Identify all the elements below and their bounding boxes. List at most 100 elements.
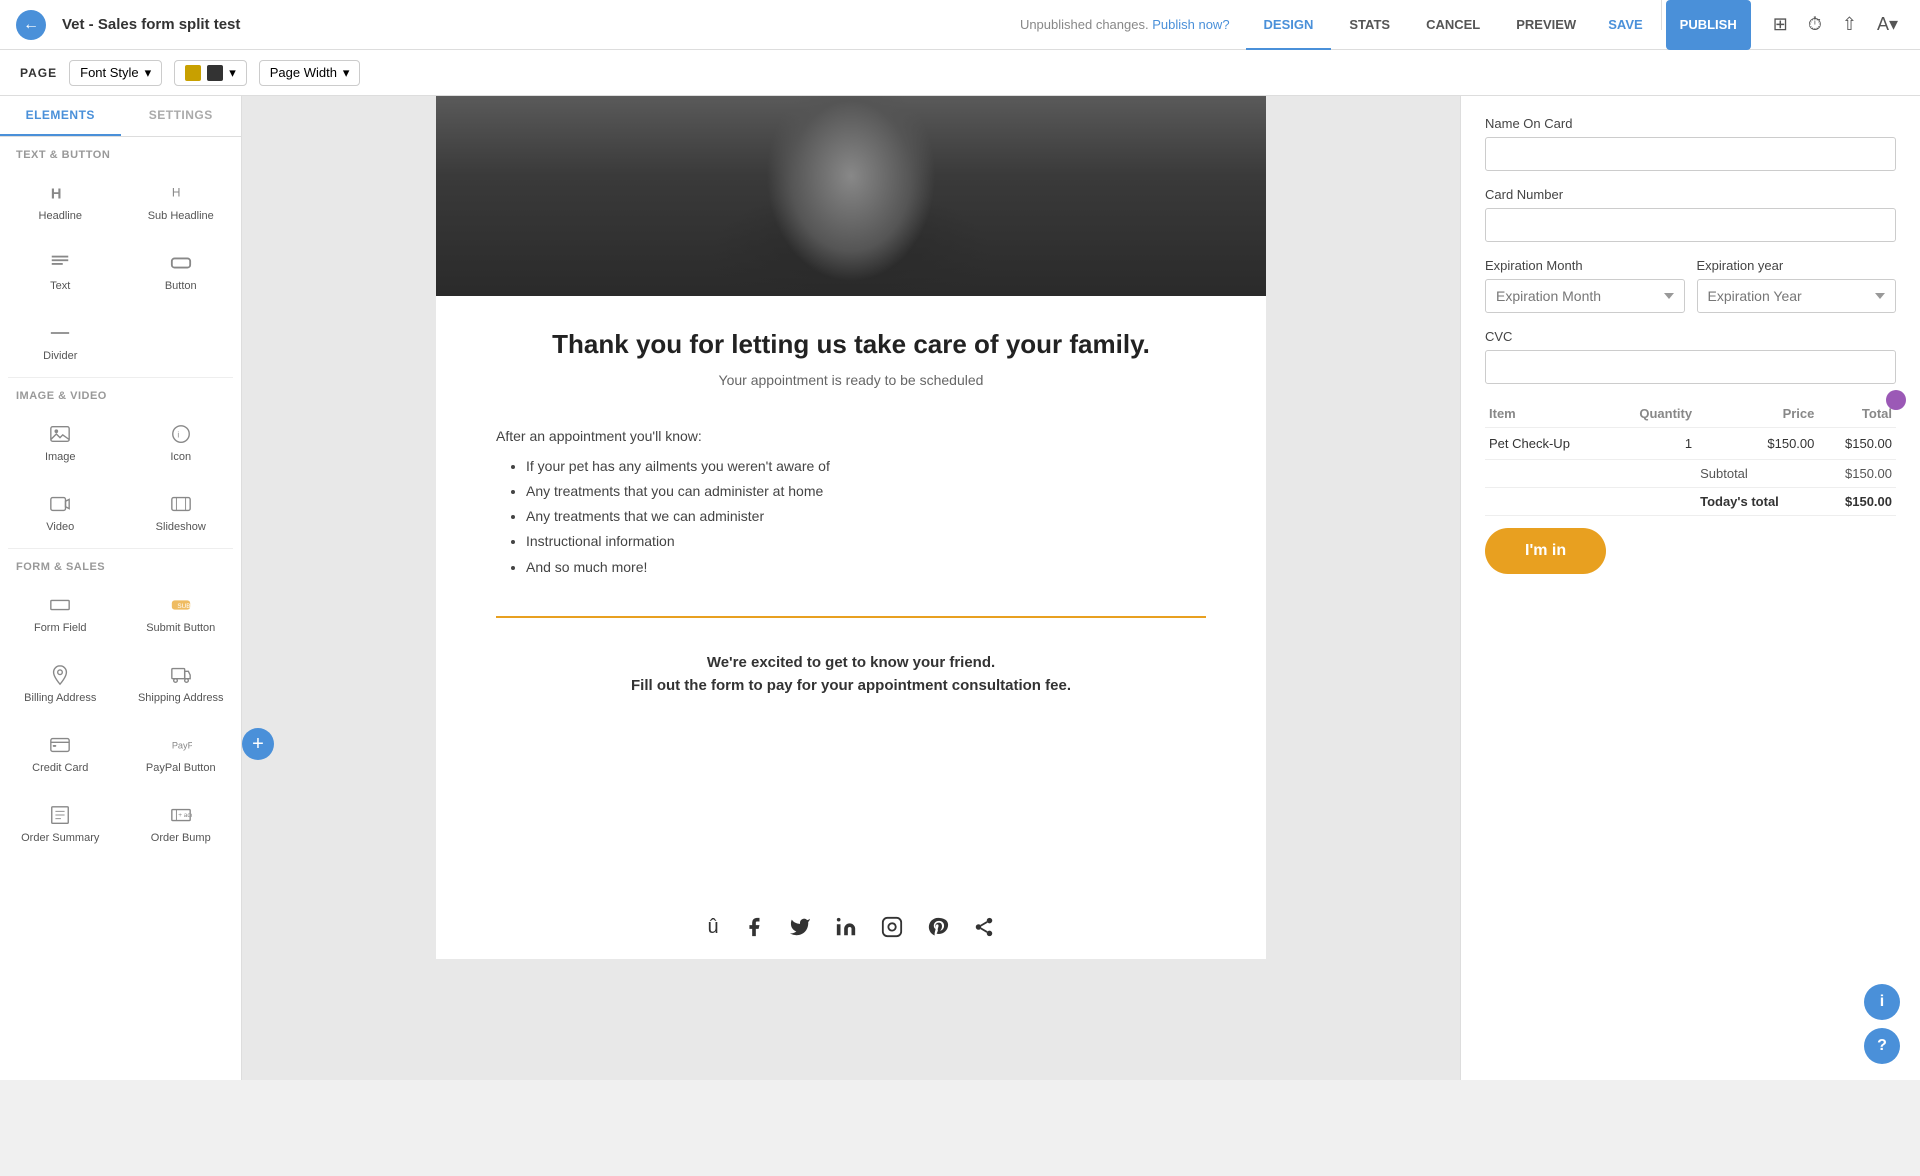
color-swatch-dark (207, 65, 223, 81)
icon-element[interactable]: i Icon (121, 408, 242, 478)
instagram-icon[interactable] (881, 916, 903, 938)
twitter-icon[interactable] (789, 916, 811, 938)
name-on-card-input[interactable] (1485, 137, 1896, 171)
page-width-dropdown[interactable]: Page Width ▾ (259, 60, 361, 86)
order-bump-icon: + add (170, 804, 192, 826)
help-fab[interactable]: ? (1864, 1028, 1900, 1064)
order-summary-element[interactable]: Order Summary (0, 789, 121, 859)
publish-now-link[interactable]: Publish now? (1152, 17, 1229, 32)
item-cell: Pet Check-Up (1485, 428, 1610, 460)
tab-preview[interactable]: PREVIEW (1498, 0, 1594, 50)
tab-design[interactable]: DESIGN (1246, 0, 1332, 50)
back-button[interactable]: ← (16, 10, 46, 40)
add-element-button[interactable]: + (242, 728, 274, 760)
page-content: Thank you for letting us take care of yo… (436, 96, 1266, 896)
button-icon (170, 252, 192, 274)
right-form-panel: Name On Card Card Number Expiration Mont… (1460, 96, 1920, 1080)
text-icon (49, 252, 71, 274)
page-label: PAGE (20, 66, 57, 80)
billing-address-icon (49, 664, 71, 686)
price-cell: $150.00 (1696, 428, 1818, 460)
order-bump-element[interactable]: + add Order Bump (121, 789, 242, 859)
image-video-section-header: IMAGE & VIDEO (0, 378, 241, 408)
thank-you-heading: Thank you for letting us take care of yo… (496, 328, 1206, 362)
cvc-input[interactable] (1485, 350, 1896, 384)
pinterest-icon[interactable] (927, 916, 949, 938)
price-col-header: Price (1696, 400, 1818, 428)
dog-photo (436, 96, 1266, 296)
svg-text:i: i (177, 431, 179, 440)
quantity-col-header: Quantity (1610, 400, 1696, 428)
card-number-input[interactable] (1485, 208, 1896, 242)
subtotal-label: Subtotal (1696, 460, 1818, 488)
form-field-element[interactable]: Form Field (0, 579, 121, 649)
linkedin-icon[interactable] (835, 916, 857, 938)
save-button[interactable]: SAVE (1594, 0, 1656, 50)
quantity-cell: 1 (1610, 428, 1696, 460)
text-button[interactable]: A▾ (1871, 10, 1904, 39)
video-icon (49, 493, 71, 515)
icon-icon: i (170, 423, 192, 445)
expiration-month-select[interactable]: Expiration Month January February March … (1485, 279, 1685, 313)
svg-text:PayPal: PayPal (172, 741, 192, 751)
sub-headline-element[interactable]: H Sub Headline (121, 167, 242, 237)
im-in-button[interactable]: I'm in (1485, 528, 1606, 574)
expiration-row: Expiration Month Expiration Month Januar… (1485, 258, 1896, 313)
thank-you-section: Thank you for letting us take care of yo… (436, 296, 1266, 428)
credit-card-element[interactable]: Credit Card (0, 719, 121, 789)
headline-element[interactable]: H Headline (0, 167, 121, 237)
billing-address-element[interactable]: Billing Address (0, 649, 121, 719)
chevron-down-icon: ▾ (145, 65, 152, 81)
facebook-icon[interactable]: û (707, 916, 718, 939)
facebook-icon[interactable] (743, 916, 765, 938)
top-navigation: ← Vet - Sales form split test Unpublishe… (0, 0, 1920, 50)
canvas-area: + Thank you for letting us take care of … (242, 96, 1460, 1080)
shipping-address-element[interactable]: Shipping Address (121, 649, 242, 719)
info-fab[interactable]: i (1864, 984, 1900, 1020)
share-button[interactable]: ⇧ (1836, 10, 1863, 39)
video-element[interactable]: Video (0, 478, 121, 548)
form-sales-grid: Form Field SUBMIT Submit Button Billing … (0, 579, 241, 859)
list-item: Any treatments that we can administer (526, 504, 1206, 529)
order-table-wrapper: Item Quantity Price Total Pet Check-Up 1… (1485, 400, 1896, 516)
history-button[interactable]: ⏱ (1802, 10, 1828, 39)
font-style-dropdown[interactable]: Font Style ▾ (69, 60, 162, 86)
list-item: Any treatments that you can administer a… (526, 479, 1206, 504)
color-picker-dropdown[interactable]: ▾ (174, 60, 247, 86)
cvc-label: CVC (1485, 329, 1896, 344)
submit-button-element[interactable]: SUBMIT Submit Button (121, 579, 242, 649)
after-text-section: After an appointment you'll know: If you… (436, 428, 1266, 600)
slideshow-element[interactable]: Slideshow (121, 478, 242, 548)
today-total-value: $150.00 (1818, 488, 1896, 516)
divider-element[interactable]: Divider (0, 307, 121, 377)
paypal-button-element[interactable]: PayPal PayPal Button (121, 719, 242, 789)
orange-divider (496, 616, 1206, 618)
expiration-month-wrapper: Expiration Month January February March … (1485, 279, 1685, 313)
expiration-year-select[interactable]: Expiration Year 2024 2025 2026 2027 2028 (1697, 279, 1897, 313)
excited-sub: Fill out the form to pay for your appoin… (496, 677, 1206, 694)
settings-tab[interactable]: SETTINGS (121, 96, 242, 136)
item-col-header: Item (1485, 400, 1610, 428)
expiration-month-col: Expiration Month Expiration Month Januar… (1485, 258, 1685, 313)
svg-text:+ add: + add (178, 812, 192, 819)
order-summary-icon (49, 804, 71, 826)
form-field-icon (49, 594, 71, 616)
device-toggle-button[interactable]: ⊞ (1767, 10, 1794, 39)
text-element[interactable]: Text (0, 237, 121, 307)
button-element[interactable]: Button (121, 237, 242, 307)
elements-tab[interactable]: ELEMENTS (0, 96, 121, 136)
name-on-card-label: Name On Card (1485, 116, 1896, 131)
share-icon[interactable] (973, 916, 995, 938)
list-item: And so much more! (526, 555, 1206, 580)
subtotal-row: Subtotal $150.00 (1485, 460, 1896, 488)
shipping-address-icon (170, 664, 192, 686)
table-row: Pet Check-Up 1 $150.00 $150.00 (1485, 428, 1896, 460)
total-cell: $150.00 (1818, 428, 1896, 460)
bullet-list: If your pet has any ailments you weren't… (496, 454, 1206, 580)
image-element[interactable]: Image (0, 408, 121, 478)
svg-text:SUBMIT: SUBMIT (177, 603, 192, 610)
tab-cancel[interactable]: CANCEL (1408, 0, 1498, 50)
second-toolbar: PAGE Font Style ▾ ▾ Page Width ▾ (0, 50, 1920, 96)
tab-stats[interactable]: STATS (1331, 0, 1408, 50)
publish-button[interactable]: PUBLISH (1666, 0, 1751, 50)
